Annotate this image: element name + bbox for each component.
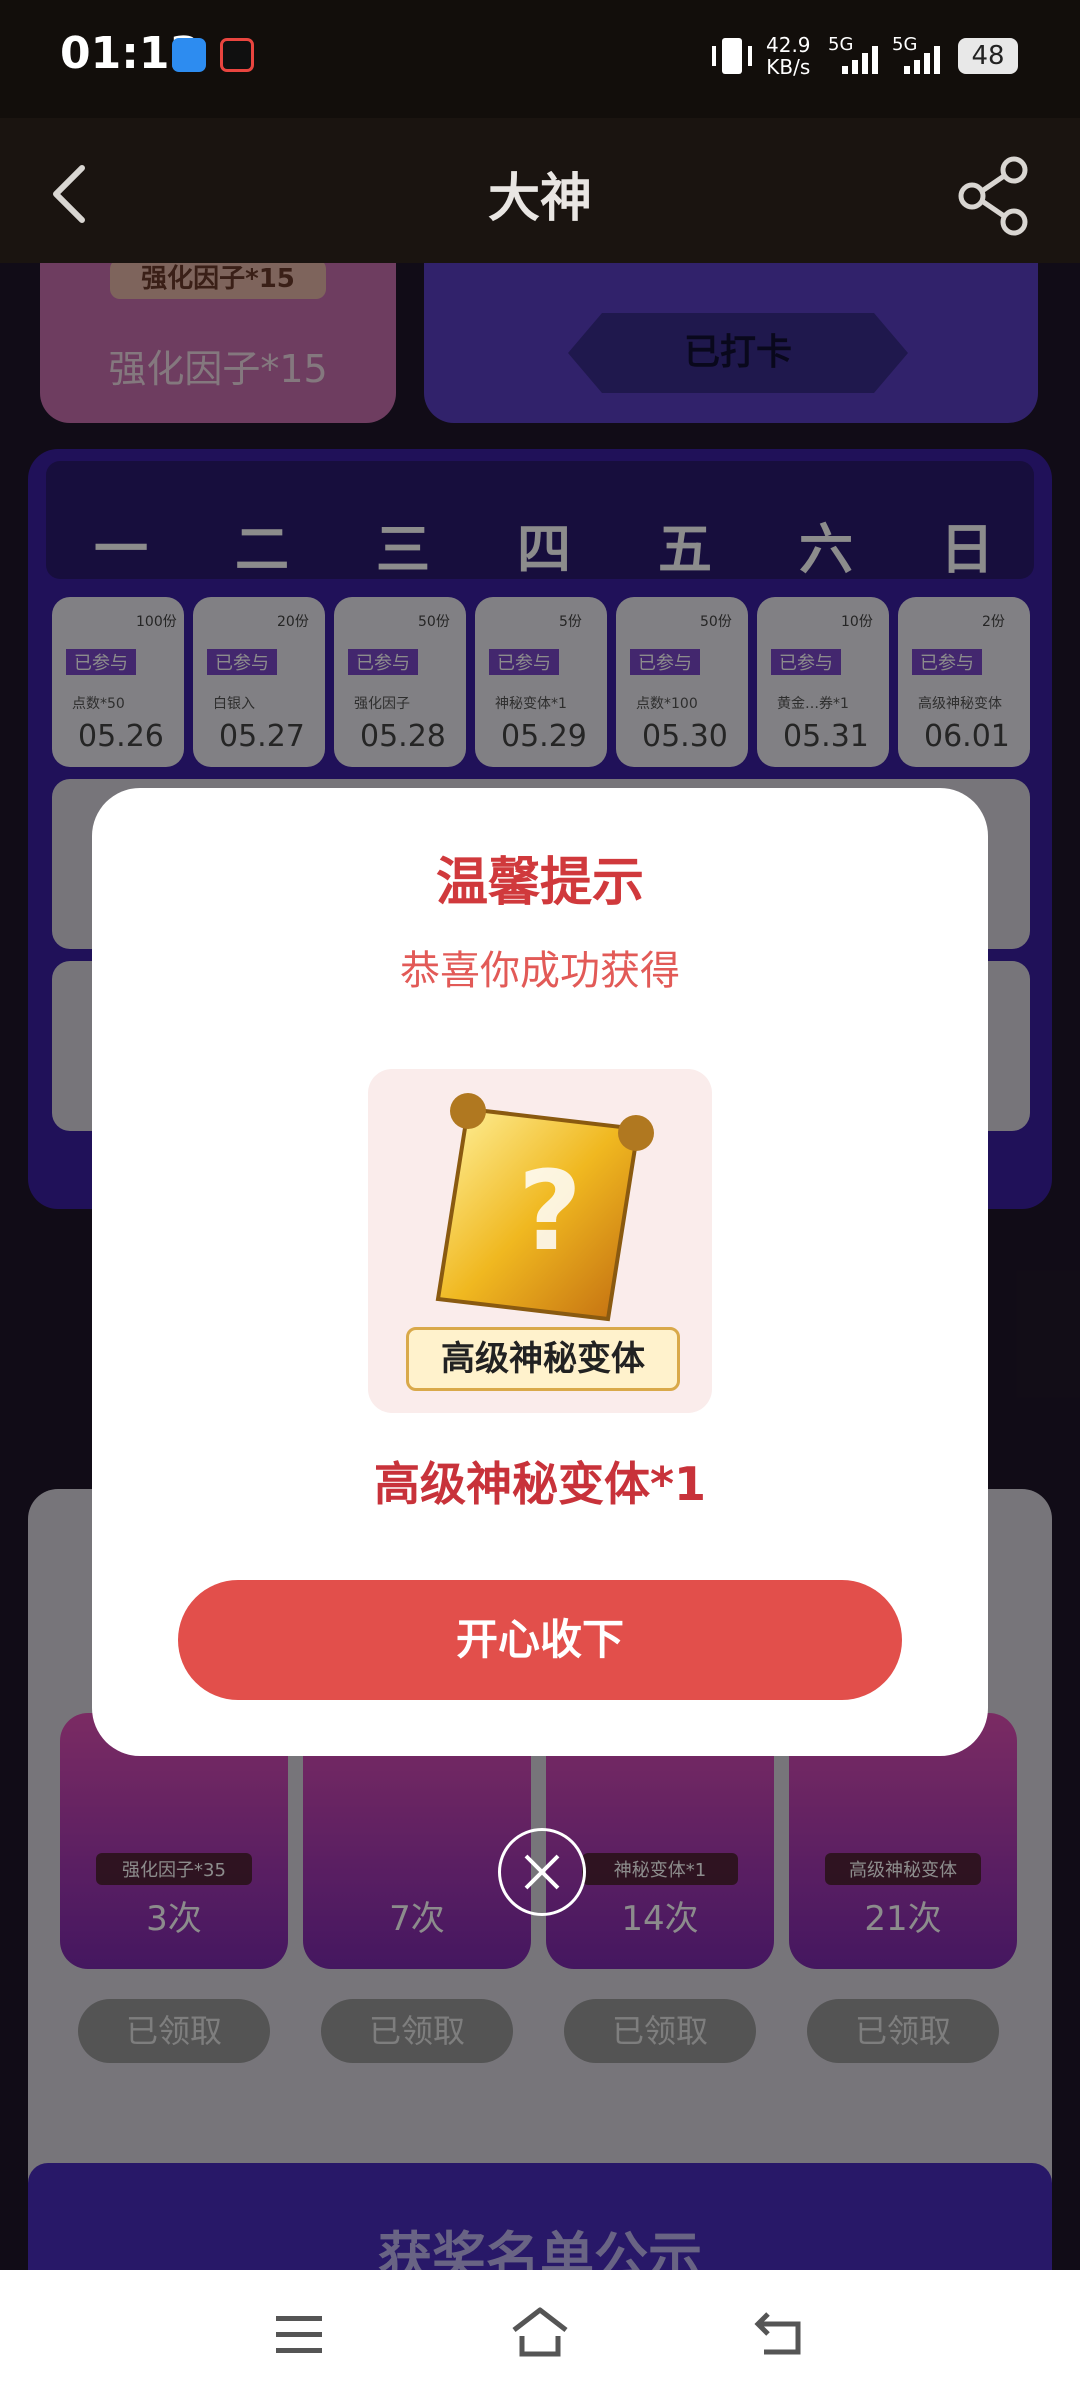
vibrate-icon — [712, 38, 752, 74]
net-speed: 42.9 — [766, 33, 811, 57]
prize-item-label: 高级神秘变体 — [406, 1327, 680, 1391]
home-icon[interactable] — [510, 2306, 570, 2358]
battery-indicator: 48 — [958, 38, 1018, 74]
app-header: 大神 — [0, 118, 1080, 263]
signal-icon — [842, 46, 878, 74]
app-notification-icon — [220, 38, 254, 72]
modal-subtitle: 恭喜你成功获得 — [400, 948, 680, 994]
app-notification-icon — [172, 38, 206, 72]
back-icon[interactable] — [754, 2310, 806, 2356]
svg-text:?: ? — [518, 1147, 582, 1275]
close-icon — [524, 1854, 560, 1890]
share-icon[interactable] — [956, 156, 1036, 236]
modal-title: 温馨提示 — [435, 853, 644, 913]
prize-image-box: ? 高级神秘变体 — [368, 1069, 712, 1413]
signal-icon — [904, 46, 940, 74]
status-bar: 01:13 42.9 KB/s 5G 5G 48 — [0, 0, 1080, 118]
mystery-scroll-icon: ? — [435, 1093, 654, 1322]
system-nav-bar — [0, 2270, 1080, 2400]
prize-name: 高级神秘变体*1 — [373, 1457, 707, 1511]
accept-button[interactable]: 开心收下 — [178, 1580, 902, 1700]
close-button[interactable] — [498, 1828, 586, 1916]
net-speed-unit: KB/s — [766, 55, 811, 79]
page-title: 大神 — [487, 169, 592, 229]
menu-icon[interactable] — [274, 2314, 324, 2356]
prize-modal: 温馨提示 恭喜你成功获得 ? 高级神秘变体 高级神秘变体*1 开心收下 — [92, 788, 988, 1756]
